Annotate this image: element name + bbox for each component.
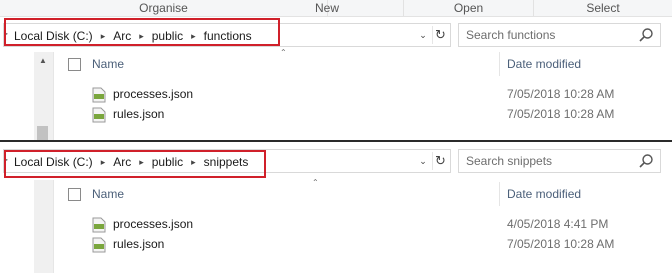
file-date: 4/05/2018 4:41 PM [507,217,609,231]
column-divider[interactable] [499,182,500,206]
highlight-box [4,18,280,46]
explorer-pane-snippets: ▸ Local Disk (C:) ▸ Arc ▸ public ▸ snipp… [0,142,672,273]
chevron-down-icon[interactable]: ⌄ [416,27,430,43]
column-header-name[interactable]: Name [92,182,124,206]
file-row[interactable]: rules.json 7/05/2018 10:28 AM [88,235,648,255]
scroll-up-icon[interactable]: ▲ [39,56,47,65]
highlight-box [4,150,266,178]
ribbon-group-select[interactable]: Select [533,0,672,16]
column-header-name[interactable]: Name [92,52,124,76]
file-date: 7/05/2018 10:28 AM [507,107,615,121]
search-input[interactable] [466,153,631,169]
json-file-icon [92,87,106,103]
file-name[interactable]: processes.json [113,217,193,231]
file-date: 7/05/2018 10:28 AM [507,87,615,101]
column-header-date[interactable]: Date modified [507,182,581,206]
nav-scrollbar[interactable] [34,180,54,273]
file-name[interactable]: rules.json [113,237,164,251]
sort-up-icon: ⌃ [312,178,319,187]
ribbon-group-new[interactable]: New [282,0,372,16]
explorer-pane-functions: ▸ Local Disk (C:) ▸ Arc ▸ public ▸ funct… [0,17,672,140]
file-row[interactable]: processes.json 7/05/2018 10:28 AM [88,85,648,105]
nav-scrollbar[interactable]: ▲ [34,52,54,140]
json-file-icon [92,237,106,253]
file-name[interactable]: processes.json [113,87,193,101]
json-file-icon [92,217,106,233]
select-all-checkbox[interactable] [68,58,81,71]
column-header-date[interactable]: Date modified [507,52,581,76]
ribbon-group-open[interactable]: Open [403,0,533,16]
search-box[interactable] [458,23,661,47]
sort-up-icon: ⌃ [280,48,287,57]
search-icon[interactable] [638,27,654,43]
search-box[interactable] [458,149,661,173]
column-divider[interactable] [499,52,500,76]
file-row[interactable]: processes.json 4/05/2018 4:41 PM [88,215,648,235]
json-file-icon [92,107,106,123]
select-all-checkbox[interactable] [68,188,81,201]
ribbon-group-labels: Organise New Open Select [0,0,672,17]
refresh-icon[interactable]: ↻ [432,26,448,44]
search-input[interactable] [466,27,631,43]
search-icon[interactable] [638,153,654,169]
scroll-thumb[interactable] [37,126,48,140]
file-name[interactable]: rules.json [113,107,164,121]
chevron-down-icon[interactable]: ⌄ [416,153,430,169]
refresh-icon[interactable]: ↻ [432,152,448,170]
file-date: 7/05/2018 10:28 AM [507,237,615,251]
file-row[interactable]: rules.json 7/05/2018 10:28 AM [88,105,648,125]
ribbon-group-organise[interactable]: Organise [0,0,327,16]
